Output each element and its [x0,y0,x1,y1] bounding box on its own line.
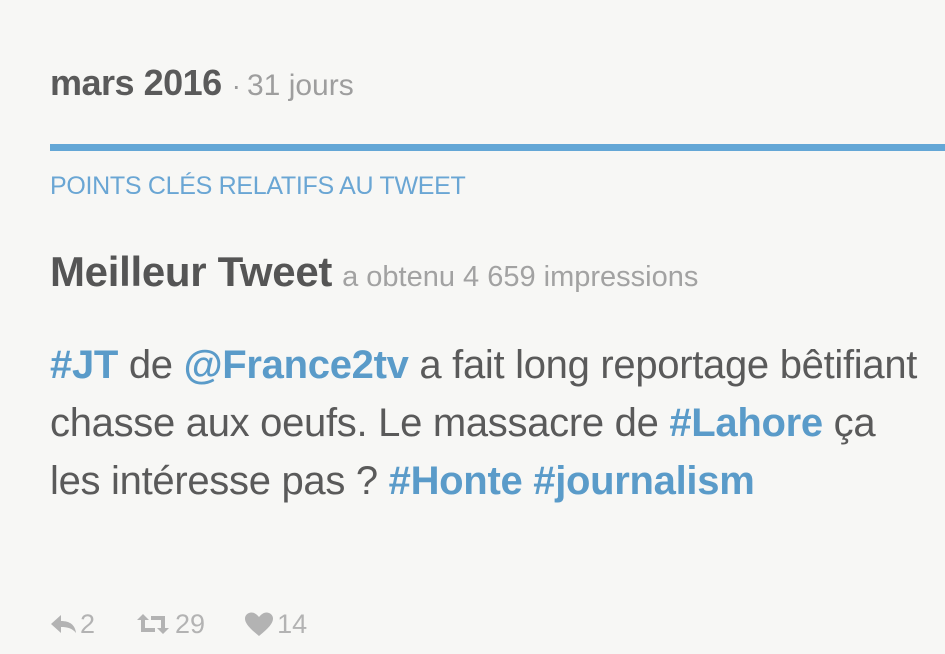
impressions-text: a obtenu 4 659 impressions [342,261,699,293]
retweet-button[interactable]: 29 [133,609,205,640]
like-count: 14 [277,608,308,639]
hashtag-link[interactable]: #Honte [389,459,523,503]
period-month: mars 2016 [50,62,222,103]
tweet-text-segment: de [118,343,184,387]
tweet-text: #JT de @France2tv a fait long reportage … [50,336,930,510]
hashtag-link[interactable]: #journalism [533,459,755,503]
like-button[interactable]: 14 [243,609,307,640]
retweet-icon [133,611,173,637]
hashtag-link[interactable]: #JT [50,343,118,387]
tweet-actions: 2 29 14 [48,604,345,644]
tweet-highlights-page: mars 2016 · 31 jours POINTS CLÉS RELATIFS … [0,0,945,654]
reply-count: 2 [80,608,96,639]
mention-link[interactable]: @France2tv [184,343,409,387]
period-header: mars 2016 · 31 jours [50,62,354,104]
section-divider [50,144,945,151]
top-tweet-heading: Meilleur Tweet [50,248,333,295]
hashtag-link[interactable]: #Lahore [669,401,823,445]
tweet-text-segment [522,459,533,503]
retweet-count: 29 [175,608,206,639]
section-title: POINTS CLÉS RELATIFS AU TWEET [50,172,466,200]
reply-icon [48,612,78,636]
period-days: 31 jours [246,69,354,102]
top-tweet-header: Meilleur Tweet a obtenu 4 659 impressions [50,248,698,296]
heart-icon [243,611,275,637]
reply-button[interactable]: 2 [48,609,95,640]
period-separator: · [231,70,241,101]
